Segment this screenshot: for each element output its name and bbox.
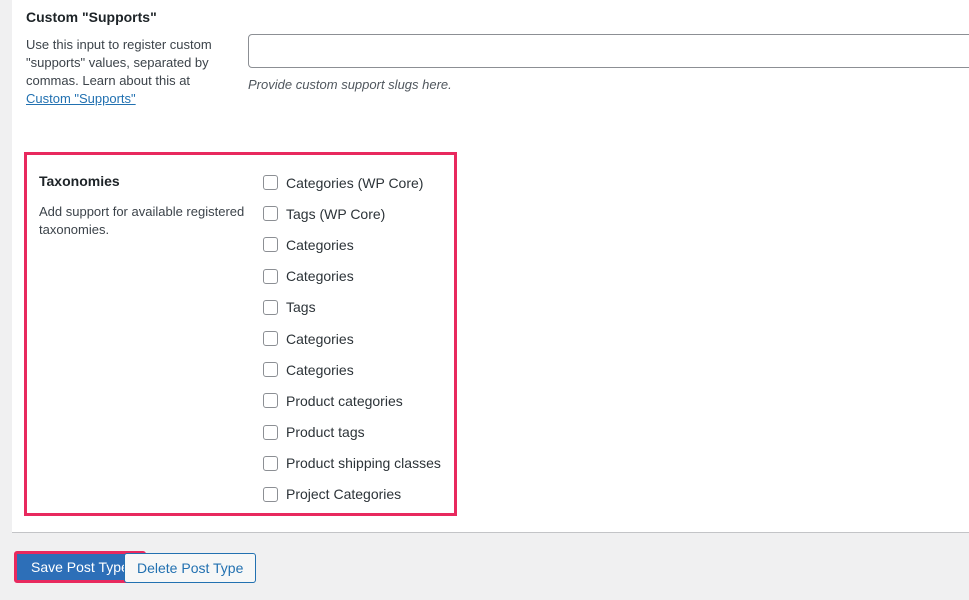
settings-panel: Custom "Supports" Use this input to regi… [12,0,969,533]
checkbox-icon[interactable] [263,299,278,315]
taxonomy-checkbox-item[interactable]: Categories [263,261,454,292]
taxonomy-checkbox-item[interactable]: Product shipping classes [263,448,454,479]
checkbox-icon[interactable] [263,486,278,502]
custom-supports-input[interactable] [248,34,969,68]
checkbox-icon[interactable] [263,268,278,284]
custom-supports-title: Custom "Supports" [26,9,157,25]
custom-supports-row: Custom "Supports" Use this input to regi… [26,8,969,108]
taxonomy-checkbox-item[interactable]: Product tags [263,417,454,448]
taxonomy-checkbox-list: Categories (WP Core) Tags (WP Core) Catego… [263,167,454,510]
taxonomy-checkbox-item[interactable]: Categories [263,354,454,385]
taxonomy-checkbox-label: Categories [286,361,354,378]
checkbox-icon[interactable] [263,362,278,378]
taxonomies-description: Add support for available registered tax… [39,204,245,238]
post-type-settings-page: Custom "Supports" Use this input to regi… [0,0,969,600]
taxonomy-checkbox-label: Tags (WP Core) [286,205,386,222]
taxonomy-checkbox-item[interactable]: Tags [263,292,454,323]
checkbox-icon[interactable] [263,393,278,409]
taxonomy-checkbox-label: Product tags [286,424,365,441]
taxonomy-checkbox-label: Categories [286,330,354,347]
checkbox-icon[interactable] [263,424,278,440]
taxonomy-checkbox-label: Categories [286,236,354,253]
taxonomy-checkbox-item[interactable]: Project Categories [263,479,454,510]
taxonomy-checkbox-label: Tags [286,299,316,316]
custom-supports-description: Use this input to register custom "suppo… [26,36,234,108]
taxonomy-checkbox-item[interactable]: Product categories [263,385,454,416]
taxonomy-checkbox-label: Product categories [286,392,403,409]
taxonomies-row: Taxonomies Add support for available reg… [27,155,454,513]
taxonomy-checkbox-item[interactable]: Categories [263,323,454,354]
checkbox-icon[interactable] [263,455,278,471]
taxonomy-checkbox-item[interactable]: Categories (WP Core) [263,167,454,198]
custom-supports-hint: Provide custom support slugs here. [248,77,452,92]
custom-supports-label-column: Custom "Supports" Use this input to regi… [26,8,248,108]
taxonomy-checkbox-label: Categories [286,268,354,285]
checkbox-icon[interactable] [263,206,278,222]
taxonomies-title: Taxonomies [39,173,120,189]
custom-supports-description-text: Use this input to register custom "suppo… [26,37,212,89]
custom-supports-doc-link[interactable]: Custom "Supports" [26,91,136,106]
checkbox-icon[interactable] [263,331,278,347]
taxonomy-checkbox-label: Product shipping classes [286,455,441,472]
taxonomy-checkbox-label: Project Categories [286,486,402,503]
taxonomies-highlight-box: Taxonomies Add support for available reg… [24,152,457,516]
taxonomies-label-column: Taxonomies Add support for available reg… [39,167,263,239]
checkbox-icon[interactable] [263,237,278,253]
taxonomy-checkbox-item[interactable]: Categories [263,229,454,260]
taxonomy-checkbox-item[interactable]: Tags (WP Core) [263,198,454,229]
delete-post-type-button[interactable]: Delete Post Type [124,553,257,583]
footer-actions-bar: Save Post Type Delete Post Type [0,533,969,600]
custom-supports-input-column: Provide custom support slugs here. [248,8,969,93]
page-left-gutter [0,0,12,533]
taxonomy-checkbox-label: Categories (WP Core) [286,174,424,191]
checkbox-icon[interactable] [263,175,278,191]
